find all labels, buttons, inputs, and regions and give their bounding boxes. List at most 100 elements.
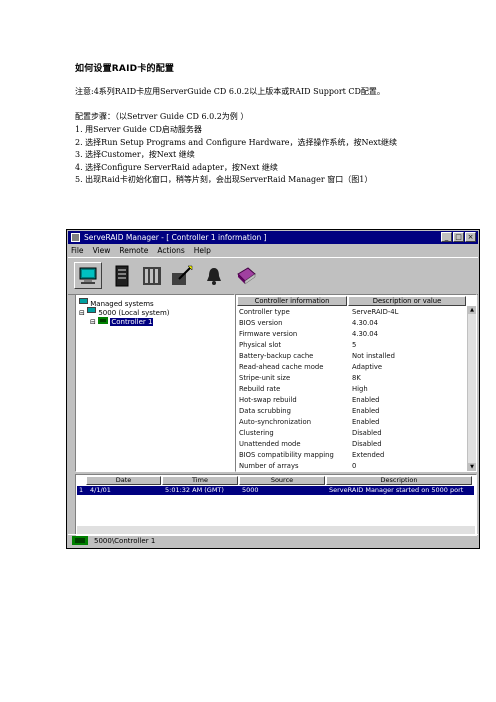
info-row[interactable]: Data scrubbing Enabled bbox=[239, 406, 379, 417]
info-row[interactable]: Clustering Disabled bbox=[239, 428, 382, 439]
close-button[interactable]: × bbox=[465, 232, 476, 242]
info-row-label: Physical slot bbox=[239, 341, 282, 349]
info-header-name[interactable]: Controller information bbox=[237, 296, 347, 306]
step-item: 5. 出现Raid卡初始化窗口，稍等片刻，会出现ServerRaid Manag… bbox=[75, 175, 373, 185]
bell-icon[interactable] bbox=[200, 262, 228, 289]
info-row-label: Number of arrays bbox=[239, 462, 299, 470]
serveraid-manager-window: ServeRAID Manager - [ Controller 1 infor… bbox=[66, 229, 480, 549]
step-item: 2. 选择Run Setup Programs and Configure Ha… bbox=[75, 137, 397, 147]
log-row[interactable]: 1 4/1/01 5:01:32 AM (GMT) 5000 ServeRAID… bbox=[77, 486, 474, 495]
info-row[interactable]: Battery-backup cache Not installed bbox=[239, 351, 395, 362]
toolbar bbox=[68, 257, 478, 295]
log-row-date: 4/1/01 bbox=[90, 486, 111, 494]
controller-icon bbox=[98, 317, 109, 324]
log-scrollbar[interactable] bbox=[77, 526, 475, 534]
menu-bar: File View Remote Actions Help bbox=[68, 245, 478, 256]
info-row-value: 0 bbox=[352, 462, 357, 470]
info-row-label: Auto-synchronization bbox=[239, 418, 312, 426]
info-row-label: Firmware version bbox=[239, 330, 298, 338]
info-row-value: 4.30.04 bbox=[352, 330, 378, 338]
scroll-up-icon[interactable]: ▲ bbox=[468, 306, 476, 314]
log-row-description: ServeRAID Manager started on 5000 port bbox=[329, 486, 464, 494]
info-row-value: Enabled bbox=[352, 396, 380, 404]
scroll-down-icon[interactable]: ▼ bbox=[468, 463, 476, 471]
info-row-value: Disabled bbox=[352, 429, 382, 437]
app-icon bbox=[71, 233, 80, 242]
info-row[interactable]: Number of arrays 0 bbox=[239, 461, 356, 472]
log-row-number: 1 bbox=[79, 486, 84, 494]
controller-info-pane: Controller information Description or va… bbox=[235, 294, 477, 472]
info-row[interactable]: Hot-swap rebuild Enabled bbox=[239, 395, 379, 406]
document-title: 如何设置RAID卡的配置 bbox=[75, 64, 175, 74]
minimize-button[interactable]: _ bbox=[441, 232, 452, 242]
window-title: ServeRAID Manager - [ Controller 1 infor… bbox=[84, 233, 267, 242]
info-row-value: 4.30.04 bbox=[352, 319, 378, 327]
info-row-value: Disabled bbox=[352, 440, 382, 448]
step-item: 1. 用Server Guide CD启动服务器 bbox=[75, 125, 202, 134]
drives-icon[interactable] bbox=[138, 262, 166, 289]
book-icon[interactable] bbox=[232, 262, 260, 289]
menu-file[interactable]: File bbox=[71, 245, 84, 256]
info-row[interactable]: Controller type ServeRAID-4L bbox=[239, 307, 398, 318]
info-row-label: Battery-backup cache bbox=[239, 352, 314, 360]
status-bar: 5000\Controller 1 bbox=[68, 534, 478, 547]
info-row-value: Adaptive bbox=[352, 363, 383, 371]
log-row-source: 5000 bbox=[242, 486, 259, 494]
menu-remote[interactable]: Remote bbox=[119, 245, 148, 256]
collapse-icon[interactable]: ⊟ bbox=[79, 309, 85, 317]
steps-intro: 配置步骤：（以Setrver Guide CD 6.0.2为例 ） bbox=[75, 112, 249, 121]
info-row-label: Hot-swap rebuild bbox=[239, 396, 297, 404]
info-row-value: Not installed bbox=[352, 352, 395, 360]
tree-pane: Managed systems ⊟ 5000 (Local system) ⊟ … bbox=[75, 294, 235, 472]
info-row[interactable]: Rebuild rate High bbox=[239, 384, 368, 395]
info-row[interactable]: Firmware version 4.30.04 bbox=[239, 329, 378, 340]
info-row-label: Controller type bbox=[239, 308, 290, 316]
info-row-label: Clustering bbox=[239, 429, 274, 437]
info-row-label: Read-ahead cache mode bbox=[239, 363, 324, 371]
menu-actions[interactable]: Actions bbox=[157, 245, 184, 256]
network-icon bbox=[79, 298, 88, 304]
steps-list: 1. 用Server Guide CD启动服务器 2. 选择Run Setup … bbox=[75, 124, 427, 187]
info-row-label: Rebuild rate bbox=[239, 385, 281, 393]
note-paragraph: 注意:4系列RAID卡应用ServerGuide CD 6.0.2以上版本或RA… bbox=[75, 87, 385, 96]
info-row-label: Data scrubbing bbox=[239, 407, 291, 415]
info-row-value: 8K bbox=[352, 374, 361, 382]
maximize-button[interactable]: □ bbox=[453, 232, 464, 242]
info-row[interactable]: Unattended mode Disabled bbox=[239, 439, 382, 450]
menu-help[interactable]: Help bbox=[194, 245, 211, 256]
info-scrollbar[interactable]: ▲ ▼ bbox=[467, 306, 476, 471]
menu-view[interactable]: View bbox=[93, 245, 111, 256]
tree-controller[interactable]: ⊟ Controller 1 bbox=[90, 317, 154, 327]
info-row[interactable]: Stripe-unit size 8K bbox=[239, 373, 361, 384]
window-titlebar[interactable]: ServeRAID Manager - [ Controller 1 infor… bbox=[68, 231, 478, 244]
log-header-description[interactable]: Description bbox=[326, 476, 472, 485]
log-header-time[interactable]: Time bbox=[162, 476, 238, 485]
tree-system-label: 5000 (Local system) bbox=[98, 309, 170, 317]
info-row-value: Extended bbox=[352, 451, 385, 459]
info-row[interactable]: Auto-synchronization Enabled bbox=[239, 417, 379, 428]
info-header-value[interactable]: Description or value bbox=[348, 296, 466, 306]
info-row-label: Unattended mode bbox=[239, 440, 301, 448]
info-row-value: Enabled bbox=[352, 418, 380, 426]
info-row-label: BIOS compatibility mapping bbox=[239, 451, 334, 459]
event-log-pane: Date Time Source Description 1 4/1/01 5:… bbox=[75, 474, 477, 536]
info-row-value: 5 bbox=[352, 341, 357, 349]
computer-icon[interactable] bbox=[74, 262, 102, 289]
info-row-label: BIOS version bbox=[239, 319, 283, 327]
log-header-source[interactable]: Source bbox=[239, 476, 325, 485]
server-icon[interactable] bbox=[108, 262, 136, 289]
wizard-icon[interactable] bbox=[168, 262, 196, 289]
status-text: 5000\Controller 1 bbox=[94, 537, 156, 545]
system-icon bbox=[87, 307, 97, 313]
info-row[interactable]: Read-ahead cache mode Adaptive bbox=[239, 362, 382, 373]
collapse-icon[interactable]: ⊟ bbox=[90, 318, 96, 326]
log-row-time: 5:01:32 AM (GMT) bbox=[165, 486, 224, 494]
status-controller-icon bbox=[72, 536, 88, 545]
log-header-date[interactable]: Date bbox=[86, 476, 161, 485]
info-row[interactable]: Physical slot 5 bbox=[239, 340, 356, 351]
info-row[interactable]: BIOS compatibility mapping Extended bbox=[239, 450, 384, 461]
step-item: 4. 选择Configure ServerRaid adapter，按Next … bbox=[75, 162, 278, 172]
info-row[interactable]: BIOS version 4.30.04 bbox=[239, 318, 378, 329]
info-row-label: Stripe-unit size bbox=[239, 374, 291, 382]
info-row-value: ServeRAID-4L bbox=[352, 308, 399, 316]
